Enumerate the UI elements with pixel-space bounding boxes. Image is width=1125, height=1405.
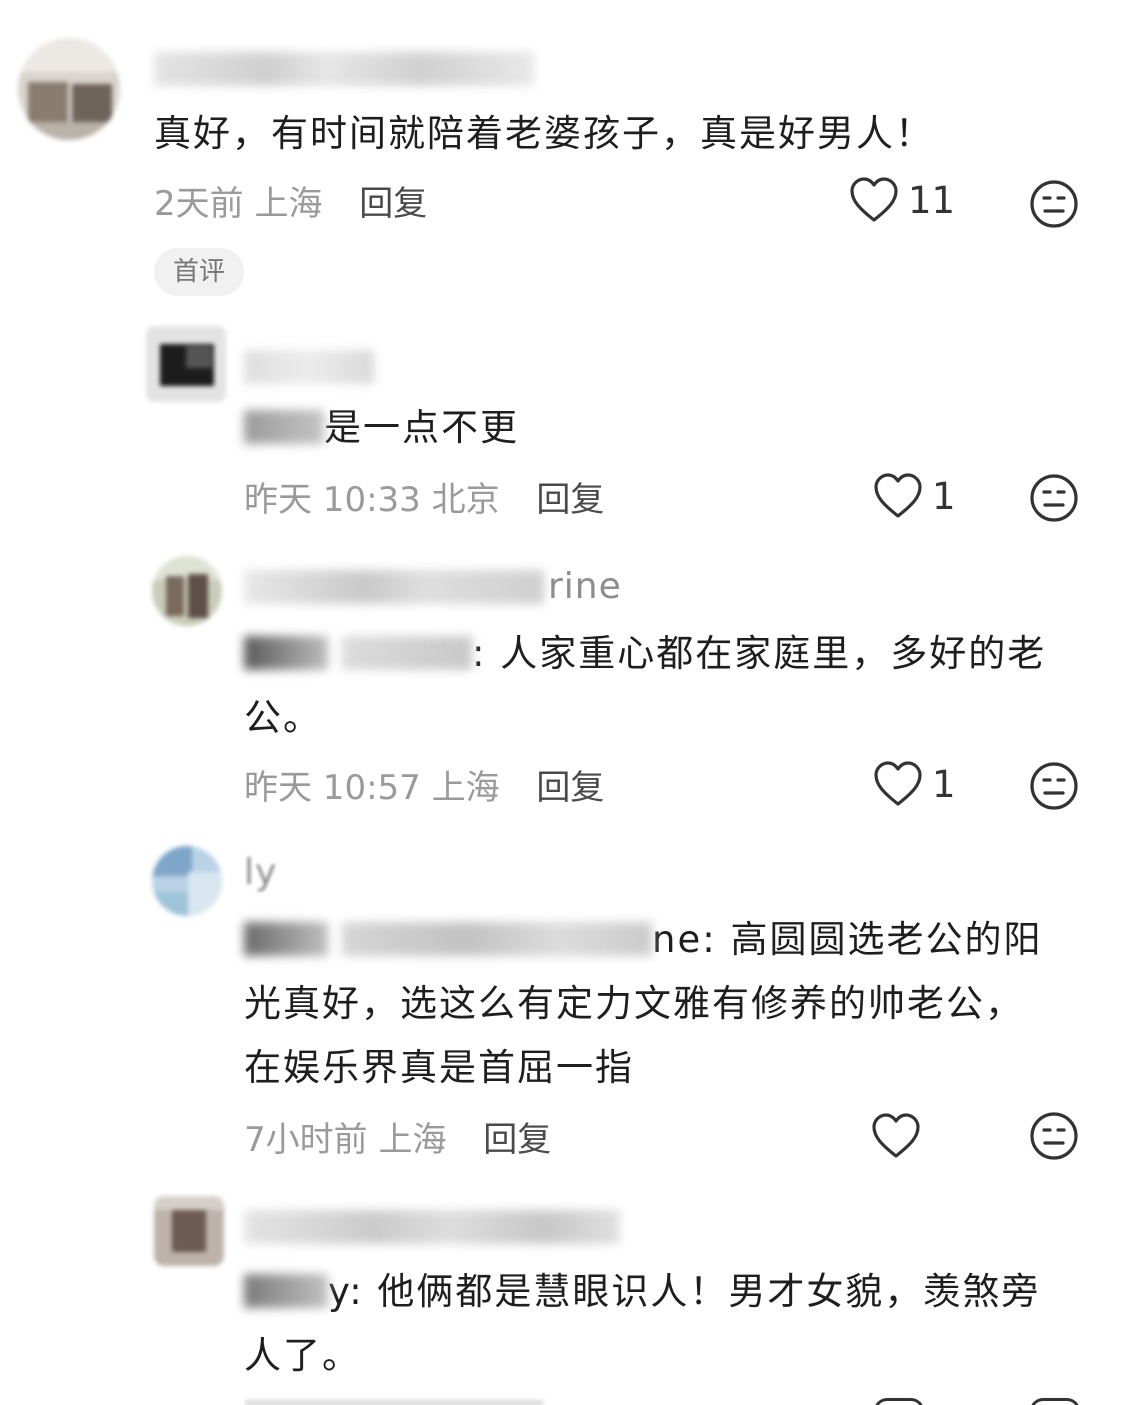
username-prefix: ly [244,852,278,893]
blurred-mention [244,635,328,670]
comment-text: : 人家重心都在家庭里，多好的老 公。 [244,632,1047,739]
blurred-mention [244,1273,328,1308]
like-count: 11 [908,178,956,222]
username[interactable] [244,570,544,604]
reply-button[interactable]: 回复 [536,768,604,808]
like-button[interactable]: 11 [848,176,955,224]
heart-outline-icon [874,761,922,806]
comment-meta: 昨天 10:57 上海 回复 [244,760,604,809]
comment-text: 是一点不更 [244,396,519,460]
comment-text: ne: 高圆圆选老公的阳 光真好，选这么有定力文雅有修养的帅老公， 在娱乐界真是… [244,918,1043,1089]
comment-text: 真好，有时间就陪着老婆孩子，真是好男人！ [154,112,934,155]
comment-time: 昨天 10:57 [244,768,421,808]
comment-text: y: 他俩都是慧眼识人！男才女貌，羡煞旁 人了。 [244,1270,1041,1377]
comment-location: 上海 [431,768,500,808]
reply-button[interactable]: 回复 [483,1120,551,1160]
like-count: 1 [932,474,956,518]
comment-location: 上海 [378,1120,447,1160]
meh-face-icon[interactable] [1028,760,1080,812]
like-button[interactable] [870,1112,930,1160]
heart-outline-icon [850,177,898,222]
avatar[interactable] [152,846,222,916]
meh-face-icon[interactable] [1028,1110,1080,1162]
comment-location: 上海 [254,184,323,224]
like-count: 1 [932,762,956,806]
avatar[interactable] [18,38,120,140]
comment-meta: 7小时前 上海 回复 [244,1112,551,1161]
avatar[interactable] [152,556,222,626]
comment-time: 昨天 10:33 [244,480,421,520]
comment-meta: 2天前 上海 回复 [154,176,427,225]
like-button[interactable]: 1 [872,760,956,808]
reply-button[interactable]: 回复 [536,480,604,520]
blurred-mention [244,921,328,956]
comment-meta: 昨天 10:33 北京 回复 [244,472,604,521]
username-suffix: rine [548,566,622,607]
blurred-mention [342,635,472,670]
username[interactable] [244,350,374,384]
username[interactable] [154,52,534,86]
heart-outline-icon [872,1113,920,1158]
comment-time: 2天前 [154,184,244,224]
meh-face-icon[interactable] [1028,472,1080,524]
username[interactable] [244,1210,620,1244]
avatar[interactable] [154,1196,224,1266]
first-comment-badge: 首评 [154,248,244,296]
like-button[interactable]: 1 [872,472,956,520]
meh-face-icon[interactable] [1028,178,1080,230]
cut-off-meta-row [244,1396,1084,1405]
comment-location: 北京 [431,480,500,520]
blurred-mention [244,409,324,444]
comment-time: 7小时前 [244,1120,368,1160]
heart-outline-icon [874,473,922,518]
blurred-mention [342,921,652,956]
avatar[interactable] [146,326,226,402]
reply-button[interactable]: 回复 [359,184,427,224]
